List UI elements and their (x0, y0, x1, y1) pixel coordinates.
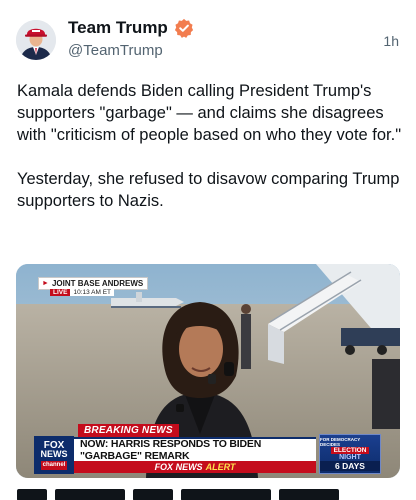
next-post-preview (17, 488, 401, 500)
election-countdown: FOR DEMOCRACY DECIDES ELECTION NIGHT 6 D… (319, 434, 381, 474)
author-block: Team Trump @TeamTrump (68, 18, 194, 59)
election-title: ELECTION (330, 447, 370, 454)
alert-bar: FOX NEWS ALERT (74, 461, 316, 473)
election-days: 6 DAYS (320, 461, 380, 471)
live-label: LIVE (50, 289, 71, 296)
fox-news-logo: FOX NEWS channel (34, 436, 74, 474)
alert-brand: FOX NEWS (154, 462, 203, 472)
avatar-image (16, 20, 56, 60)
author-display-name[interactable]: Team Trump (68, 18, 168, 38)
live-time: 10:13 AM ET (70, 289, 115, 296)
post-timestamp[interactable]: 1h (383, 33, 399, 49)
avatar[interactable] (16, 20, 56, 60)
news-lower-third: FOX NEWS channel BREAKING NEWS NOW: HARR… (16, 424, 400, 478)
headline-text: NOW: HARRIS RESPONDS TO BIDEN "GARBAGE" … (80, 438, 262, 462)
alert-word: ALERT (205, 462, 236, 472)
post-media[interactable]: ► JOINT BASE ANDREWS LIVE 10:13 AM ET FO… (16, 264, 400, 478)
logo-line-3: channel (40, 460, 68, 470)
election-top: FOR DEMOCRACY DECIDES (320, 437, 361, 447)
breaking-news-label: BREAKING NEWS (78, 424, 179, 437)
author-name-row: Team Trump (68, 18, 194, 38)
play-arrow-icon: ► (42, 280, 49, 287)
verified-badge-icon (174, 18, 194, 38)
post-text: Kamala defends Biden calling President T… (17, 82, 402, 210)
location-text: JOINT BASE ANDREWS (51, 279, 144, 288)
logo-line-2: NEWS (40, 448, 68, 459)
election-sub: NIGHT (339, 454, 361, 461)
author-handle[interactable]: @TeamTrump (68, 42, 194, 59)
post[interactable]: Team Trump @TeamTrump 1h Kamala defends … (0, 0, 416, 500)
news-headline: NOW: HARRIS RESPONDS TO BIDEN "GARBAGE" … (74, 437, 316, 462)
live-indicator: LIVE 10:13 AM ET (50, 289, 115, 296)
